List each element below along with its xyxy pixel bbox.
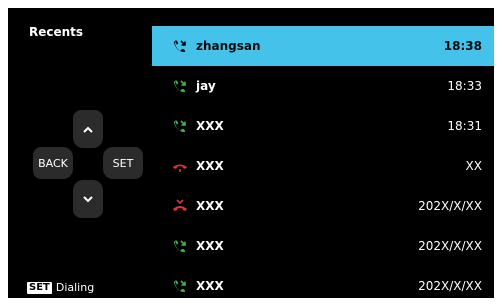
chevron-up-icon (83, 126, 93, 133)
up-button[interactable] (73, 110, 103, 148)
call-time: 18:38 (443, 39, 482, 53)
call-list-item[interactable]: zhangsan 18:38 (152, 26, 494, 66)
outgoing-call-type-icon (170, 238, 190, 254)
contact-name: XXX (196, 279, 224, 293)
missed-call-type-icon (170, 158, 190, 174)
chevron-down-icon (83, 195, 93, 202)
phone-outgoing-icon (173, 40, 186, 52)
contact-name: jay (196, 79, 216, 93)
contact-name: XXX (196, 199, 224, 213)
outgoing-call-type-icon (170, 38, 190, 54)
missed-call-icon (173, 164, 187, 172)
call-list-item[interactable]: XXX 18:31 (152, 106, 494, 146)
call-time: 202X/X/XX (418, 199, 482, 213)
call-time: 202X/X/XX (418, 239, 482, 253)
call-time: XX (465, 159, 482, 173)
call-time: 18:33 (447, 79, 482, 93)
back-button[interactable]: BACK (33, 147, 73, 179)
footer-hint-text: Dialing (55, 281, 95, 294)
set-button[interactable]: SET (103, 147, 143, 179)
phone-outgoing-icon (173, 240, 186, 252)
outgoing-call-type-icon (170, 78, 190, 94)
rejected-call-icon (173, 199, 187, 211)
contact-name: zhangsan (196, 39, 261, 53)
phone-outgoing-icon (173, 280, 186, 292)
call-list-item[interactable]: jay 18:33 (152, 66, 494, 106)
contact-name: XXX (196, 239, 224, 253)
contact-name: XXX (196, 159, 224, 173)
dpad: BACK SET (33, 110, 153, 220)
phone-outgoing-icon (173, 120, 186, 132)
outgoing-call-type-icon (170, 118, 190, 134)
call-time: 18:31 (447, 119, 482, 133)
phone-outgoing-icon (173, 80, 186, 92)
call-list-item[interactable]: XXX 202X/X/XX (152, 226, 494, 266)
call-list: zhangsan 18:38 jay 18:33 XXX 18:31 XXX XX XXX 202… (152, 26, 494, 298)
down-button[interactable] (73, 180, 103, 218)
rejected-call-type-icon (170, 198, 190, 214)
call-list-item[interactable]: XXX 202X/X/XX (152, 266, 494, 298)
call-time: 202X/X/XX (418, 279, 482, 293)
phone-screen: Recents BACK SET SET Dialing zhangsan 18:… (8, 8, 494, 298)
outgoing-call-type-icon (170, 278, 190, 294)
contact-name: XXX (196, 119, 224, 133)
call-list-item[interactable]: XXX XX (152, 146, 494, 186)
page-title: Recents (29, 25, 84, 39)
footer-hint: SET Dialing (27, 281, 94, 294)
call-list-item[interactable]: XXX 202X/X/XX (152, 186, 494, 226)
set-badge: SET (27, 281, 52, 294)
